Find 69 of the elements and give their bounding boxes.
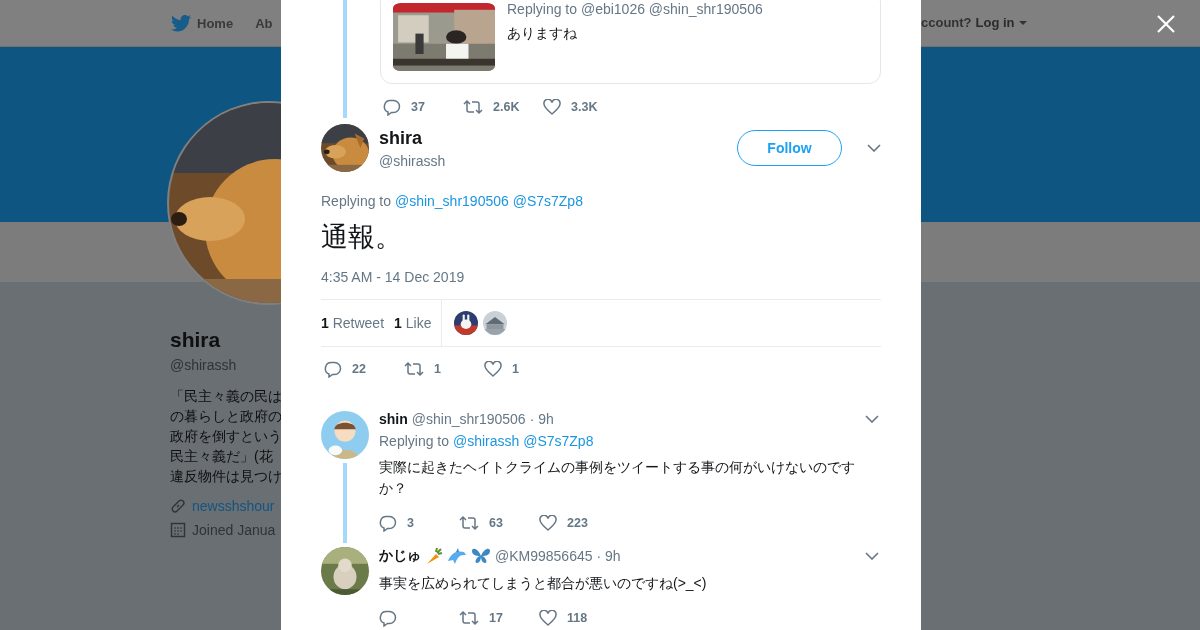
close-icon[interactable]: [1157, 15, 1175, 33]
tweet-age: · 9h: [529, 411, 554, 427]
count: 3: [407, 516, 414, 530]
tweet-text: ありますね: [507, 25, 578, 43]
mention-link[interactable]: @shirassh: [452, 433, 520, 449]
follow-button[interactable]: Follow: [737, 130, 842, 166]
bio-line: 民主々義だ」(花: [170, 447, 273, 466]
count: 3.3K: [571, 100, 598, 114]
heart-icon[interactable]: [539, 610, 557, 626]
count: 2.6K: [493, 100, 520, 114]
user-handle[interactable]: @KM99856645: [495, 548, 593, 564]
retweet-icon[interactable]: [463, 99, 483, 115]
bio-line: 政府を倒すという: [170, 427, 282, 446]
bio-line: 違反物件は見つけ: [170, 467, 282, 486]
user-name[interactable]: かじゅ: [379, 547, 421, 565]
nav-link[interactable]: Ab: [255, 15, 273, 31]
reply-icon[interactable]: [379, 514, 397, 532]
chevron-icon[interactable]: [865, 415, 879, 423]
bio-line: の暮らしと政府の: [170, 407, 282, 426]
mention-link[interactable]: @S7s7Zp8: [512, 193, 583, 209]
dolphin-icon: [447, 547, 467, 565]
joined-date: Joined Janua: [192, 522, 276, 538]
profile-name: shira: [170, 328, 221, 352]
count: 223: [567, 516, 588, 530]
caret-icon[interactable]: [1018, 20, 1027, 25]
like-stat[interactable]: 1 Like: [394, 315, 432, 331]
carrot-icon: [425, 547, 443, 565]
retweet-icon[interactable]: [459, 610, 479, 626]
chevron-icon[interactable]: [867, 144, 881, 152]
count: 22: [352, 362, 366, 376]
login-prompt: ccount?: [921, 15, 972, 30]
heart-icon[interactable]: [484, 361, 502, 377]
user-name[interactable]: shin: [379, 411, 408, 427]
count: 17: [489, 611, 503, 625]
heart-icon[interactable]: [539, 515, 557, 531]
heart-icon[interactable]: [543, 99, 561, 115]
tweet-text: 事実を広められてしまうと都合が悪いのですね(>_<): [379, 574, 708, 593]
retweet-icon[interactable]: [459, 515, 479, 531]
reply-context: Replying to @ebi1026 @shin_shr190506: [507, 1, 763, 17]
reply-icon[interactable]: [379, 609, 397, 627]
mention-link[interactable]: @S7s7Zp8: [523, 433, 594, 449]
mention-link[interactable]: @shin_shr190506: [394, 193, 509, 209]
quoted-tweet-card[interactable]: Replying to @ebi1026 @shin_shr190506 ありますね: [380, 0, 881, 84]
tweet-timestamp: 4:35 AM - 14 Dec 2019: [321, 269, 466, 285]
tweet-text: 実際に起きたヘイトクライムの事例をツイートする事の何がいけないのですか？: [379, 458, 856, 498]
user-name[interactable]: shira: [379, 127, 446, 149]
profile-handle: @shirassh: [170, 357, 237, 373]
reply-icon[interactable]: [383, 98, 401, 116]
count: 118: [567, 611, 588, 625]
calendar-icon: [170, 522, 186, 538]
nav-link[interactable]: Home: [197, 15, 234, 31]
reply-context: Replying to @shin_shr190506 @S7s7Zp8: [321, 193, 584, 209]
login-link[interactable]: Log in: [975, 15, 1015, 30]
user-handle[interactable]: @shin_shr190506: [411, 411, 526, 427]
count: 1: [434, 362, 441, 376]
count: 1: [512, 362, 519, 376]
chevron-icon[interactable]: [865, 552, 879, 560]
reply-icon[interactable]: [324, 360, 342, 378]
retweet-stat[interactable]: 1 Retweet: [321, 315, 385, 331]
count: 63: [489, 516, 503, 530]
reply-context: Replying to @shirassh @S7s7Zp8: [379, 433, 595, 449]
retweet-icon[interactable]: [404, 361, 424, 377]
user-handle[interactable]: @shirassh: [379, 152, 446, 169]
tweet-text: 通報。: [321, 221, 403, 254]
bio-line: 「民主々義の民は: [170, 387, 282, 406]
butterfly-icon: [471, 547, 491, 565]
count: 37: [411, 100, 425, 114]
link-icon: [170, 498, 186, 514]
tweet-age: · 9h: [596, 548, 621, 564]
